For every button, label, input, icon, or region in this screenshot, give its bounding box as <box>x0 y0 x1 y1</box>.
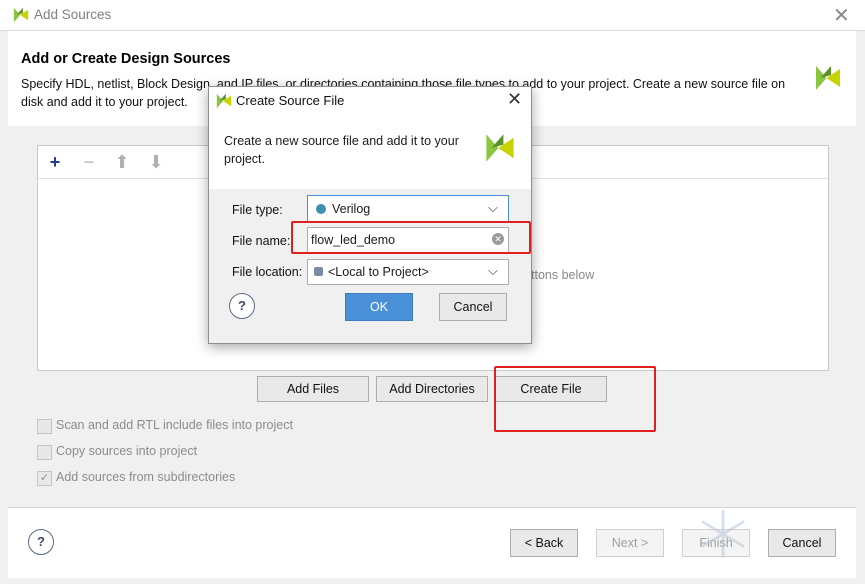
close-icon[interactable]: ✕ <box>833 3 850 28</box>
file-location-select[interactable]: <Local to Project> ⌵ <box>307 259 509 285</box>
option-checkbox[interactable] <box>37 419 52 434</box>
help-button[interactable]: ? <box>229 293 255 319</box>
create-source-file-dialog: Create Source File ✕ Create a new source… <box>208 86 532 344</box>
cancel-button[interactable]: Cancel <box>439 293 507 321</box>
title-bar: Add Sources ✕ <box>0 0 865 31</box>
cancel-button[interactable]: Cancel <box>768 529 836 557</box>
back-button[interactable]: < Back <box>510 529 578 557</box>
file-type-select[interactable]: Verilog ⌵ <box>307 195 509 223</box>
list-hint: ttons below <box>531 268 595 282</box>
dialog-title-bar: Create Source File ✕ <box>209 87 531 115</box>
minus-icon[interactable]: − <box>79 152 99 173</box>
dialog-title: Create Source File <box>236 93 345 108</box>
option-checkbox[interactable] <box>37 445 52 460</box>
location-icon <box>314 267 323 276</box>
file-name-label: File name: <box>232 234 291 248</box>
snowflake-icon <box>701 510 745 558</box>
option-checkbox[interactable]: ✓ <box>37 471 52 486</box>
file-type-value: Verilog <box>332 202 371 216</box>
vivado-logo-icon <box>816 66 840 90</box>
close-icon[interactable]: ✕ <box>507 89 522 110</box>
option-label: Copy sources into project <box>56 444 198 458</box>
file-location-value: <Local to Project> <box>328 265 429 279</box>
file-type-label: File type: <box>232 203 283 217</box>
option-label: Scan and add RTL include files into proj… <box>56 418 293 432</box>
option-label: Add sources from subdirectories <box>56 470 236 484</box>
highlight-box <box>494 366 656 432</box>
vivado-logo-icon <box>216 93 232 109</box>
ok-button[interactable]: OK <box>345 293 413 321</box>
dialog-description-area: Create a new source file and add it to y… <box>209 115 531 189</box>
next-button[interactable]: Next > <box>596 529 664 557</box>
arrow-up-icon[interactable]: ⬆ <box>112 152 132 173</box>
arrow-down-icon[interactable]: ⬇ <box>146 152 166 173</box>
dialog-description: Create a new source file and add it to y… <box>224 134 459 166</box>
window-title: Add Sources <box>34 7 112 22</box>
vivado-logo-icon <box>13 7 29 23</box>
page-title: Add or Create Design Sources <box>21 51 231 67</box>
help-button[interactable]: ? <box>28 529 54 555</box>
add-files-button[interactable]: Add Files <box>257 376 369 402</box>
file-location-label: File location: <box>232 265 303 279</box>
chevron-down-icon: ⌵ <box>488 263 498 278</box>
highlight-box <box>291 221 531 254</box>
vivado-logo-icon <box>486 134 514 162</box>
add-directories-button[interactable]: Add Directories <box>376 376 488 402</box>
chevron-down-icon: ⌵ <box>488 200 498 215</box>
plus-icon[interactable]: + <box>45 152 65 173</box>
verilog-dot-icon <box>316 204 326 214</box>
